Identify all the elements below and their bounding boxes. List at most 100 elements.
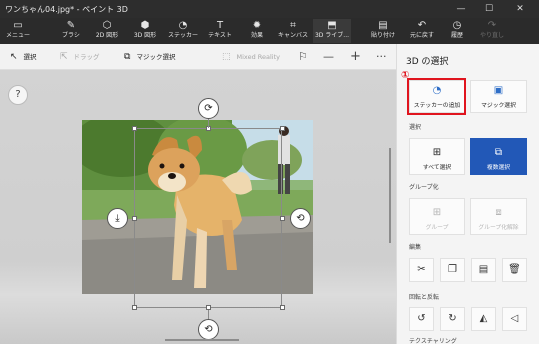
redo-icon: ↷: [487, 20, 497, 31]
maximize-button[interactable]: ☐: [480, 2, 498, 16]
rotate-z-icon[interactable]: ⟳: [198, 98, 219, 119]
text-label: テキスト: [208, 32, 232, 39]
resize-handle-top-left[interactable]: [132, 126, 137, 131]
sticker-label: ステッカー: [167, 32, 198, 39]
magic-select-tool[interactable]: ⧉ マジック選択: [124, 51, 175, 63]
edit-section-label: 編集: [409, 244, 422, 251]
select-tool-label: 選択: [23, 53, 37, 61]
paste-icon[interactable]: ▤: [471, 258, 496, 282]
brush-icon: ✎: [66, 20, 76, 31]
flag-icon[interactable]: ⚐: [298, 50, 308, 64]
resize-handle-bottom-left[interactable]: [132, 305, 137, 310]
undo-icon: ↶: [417, 20, 427, 31]
resize-handle-left[interactable]: [132, 216, 137, 221]
canvas-area[interactable]: ? ⟳ ⤓ ⟲ ⟲: [0, 70, 396, 344]
magic-select-label: マジック選択: [481, 103, 516, 109]
effects-label: 効果: [250, 32, 263, 39]
effects-icon: ✹: [252, 20, 262, 31]
multi-select-label: 複数選択: [486, 165, 511, 171]
history-label: 履歴: [450, 32, 463, 39]
sticker-button[interactable]: ◔ ステッカー: [166, 19, 200, 43]
cut-icon[interactable]: ✂: [409, 258, 434, 282]
horizontal-scrollbar[interactable]: [165, 339, 239, 341]
canvas-icon: ⌗: [290, 20, 296, 31]
ungroup-label: グループ化解除: [478, 225, 519, 231]
sticker-icon: ◔: [178, 20, 188, 31]
drag-tool-label: ドラッグ: [73, 53, 100, 61]
3d-library-label: 3D ライブ...: [314, 32, 350, 39]
rotate-y-icon[interactable]: ⟲: [290, 208, 311, 229]
select-section-label: 選択: [409, 124, 422, 131]
rotate-bottom-icon[interactable]: ⟲: [198, 319, 219, 340]
rotate-x-icon[interactable]: ⤓: [107, 208, 128, 229]
group-label: グループ: [425, 225, 449, 231]
text-icon: T: [216, 20, 224, 31]
3d-library-button[interactable]: ⬒ 3D ライブ...: [313, 19, 351, 43]
paste-label: 貼り付け: [370, 32, 395, 39]
magic-select-tool-label: マジック選択: [136, 53, 176, 61]
title-bar: ワンちゃん04.jpg* - ペイント 3D — ☐ ✕: [0, 0, 539, 18]
highlight-box: [407, 78, 466, 115]
menu-button[interactable]: ▭ メニュー: [3, 19, 33, 43]
redo-label: やり直し: [479, 32, 504, 39]
cursor-icon: ↖: [10, 52, 18, 62]
select-all-button[interactable]: ⊞ すべて選択: [409, 138, 465, 175]
multi-select-icon: ⧉: [494, 147, 503, 158]
group-icon: ⊞: [432, 207, 442, 218]
selection-box[interactable]: [134, 128, 282, 308]
minimize-button[interactable]: —: [452, 2, 470, 16]
delete-icon[interactable]: 🗑: [502, 258, 527, 282]
menu-label: メニュー: [5, 32, 30, 39]
rotate-right-icon[interactable]: ↻: [440, 307, 465, 331]
panel-title: 3D の選択: [406, 57, 449, 67]
mixed-reality-button[interactable]: ⬚ Mixed Reality: [222, 51, 280, 63]
group-button[interactable]: ⊞ グループ: [409, 198, 465, 235]
2d-shape-button[interactable]: ⬡ 2D 図形: [90, 19, 124, 43]
zoom-out-button[interactable]: —: [323, 50, 334, 64]
more-options-button[interactable]: ···: [376, 50, 387, 64]
rotate-left-icon[interactable]: ↺: [409, 307, 434, 331]
selection-toolbar: ↖ 選択 ⇱ ドラッグ ⧉ マジック選択 ⬚ Mixed Reality ⚐ — + ·…: [0, 44, 396, 70]
resize-handle-top-right[interactable]: [280, 126, 285, 131]
window-title: ワンちゃん04.jpg* - ペイント 3D: [5, 5, 128, 14]
flip-horizontal-icon[interactable]: ◭: [471, 307, 496, 331]
select-all-icon: ⊞: [432, 147, 442, 158]
select-tool[interactable]: ↖ 選択: [10, 51, 37, 63]
drag-icon: ⇱: [60, 52, 68, 62]
step-marker: ①: [401, 70, 410, 81]
close-button[interactable]: ✕: [511, 2, 529, 16]
magic-select-icon: ▣: [493, 85, 504, 96]
3d-shape-button[interactable]: ⬢ 3D 図形: [128, 19, 162, 43]
vertical-scrollbar[interactable]: [389, 148, 391, 243]
history-button[interactable]: ◷ 履歴: [443, 19, 471, 43]
zoom-in-button[interactable]: +: [350, 50, 361, 64]
canvas-button[interactable]: ⌗ キャンバス: [276, 19, 310, 43]
effects-button[interactable]: ✹ 効果: [242, 19, 272, 43]
texture-section-label: テクスチャリング: [409, 338, 457, 344]
2d-shape-icon: ⬡: [102, 20, 112, 31]
ungroup-icon: ⧈: [495, 207, 502, 218]
group-section-label: グループ化: [409, 184, 439, 191]
magic-select-button[interactable]: ▣ マジック選択: [470, 80, 527, 113]
brush-label: ブラシ: [62, 32, 80, 39]
brush-button[interactable]: ✎ ブラシ: [56, 19, 86, 43]
mixed-reality-label: Mixed Reality: [236, 53, 280, 61]
multi-select-button[interactable]: ⧉ 複数選択: [470, 138, 527, 175]
select-all-label: すべて選択: [422, 165, 452, 171]
history-icon: ◷: [452, 20, 462, 31]
resize-handle-right[interactable]: [280, 216, 285, 221]
2d-shape-label: 2D 図形: [95, 32, 119, 39]
redo-button[interactable]: ↷ やり直し: [476, 19, 508, 43]
help-button[interactable]: ?: [8, 85, 28, 105]
ungroup-button[interactable]: ⧈ グループ化解除: [470, 198, 527, 235]
text-button[interactable]: T テキスト: [205, 19, 235, 43]
drag-tool[interactable]: ⇱ ドラッグ: [60, 51, 100, 63]
paste-icon: ▤: [378, 20, 388, 31]
undo-button[interactable]: ↶ 元に戻す: [406, 19, 438, 43]
mixed-reality-icon: ⬚: [222, 52, 231, 62]
resize-handle-bottom-right[interactable]: [280, 305, 285, 310]
paste-button[interactable]: ▤ 貼り付け: [367, 19, 399, 43]
flip-vertical-icon[interactable]: ◁: [502, 307, 527, 331]
rotate-flip-section-label: 回転と反転: [409, 294, 440, 301]
copy-icon[interactable]: ❐: [440, 258, 465, 282]
